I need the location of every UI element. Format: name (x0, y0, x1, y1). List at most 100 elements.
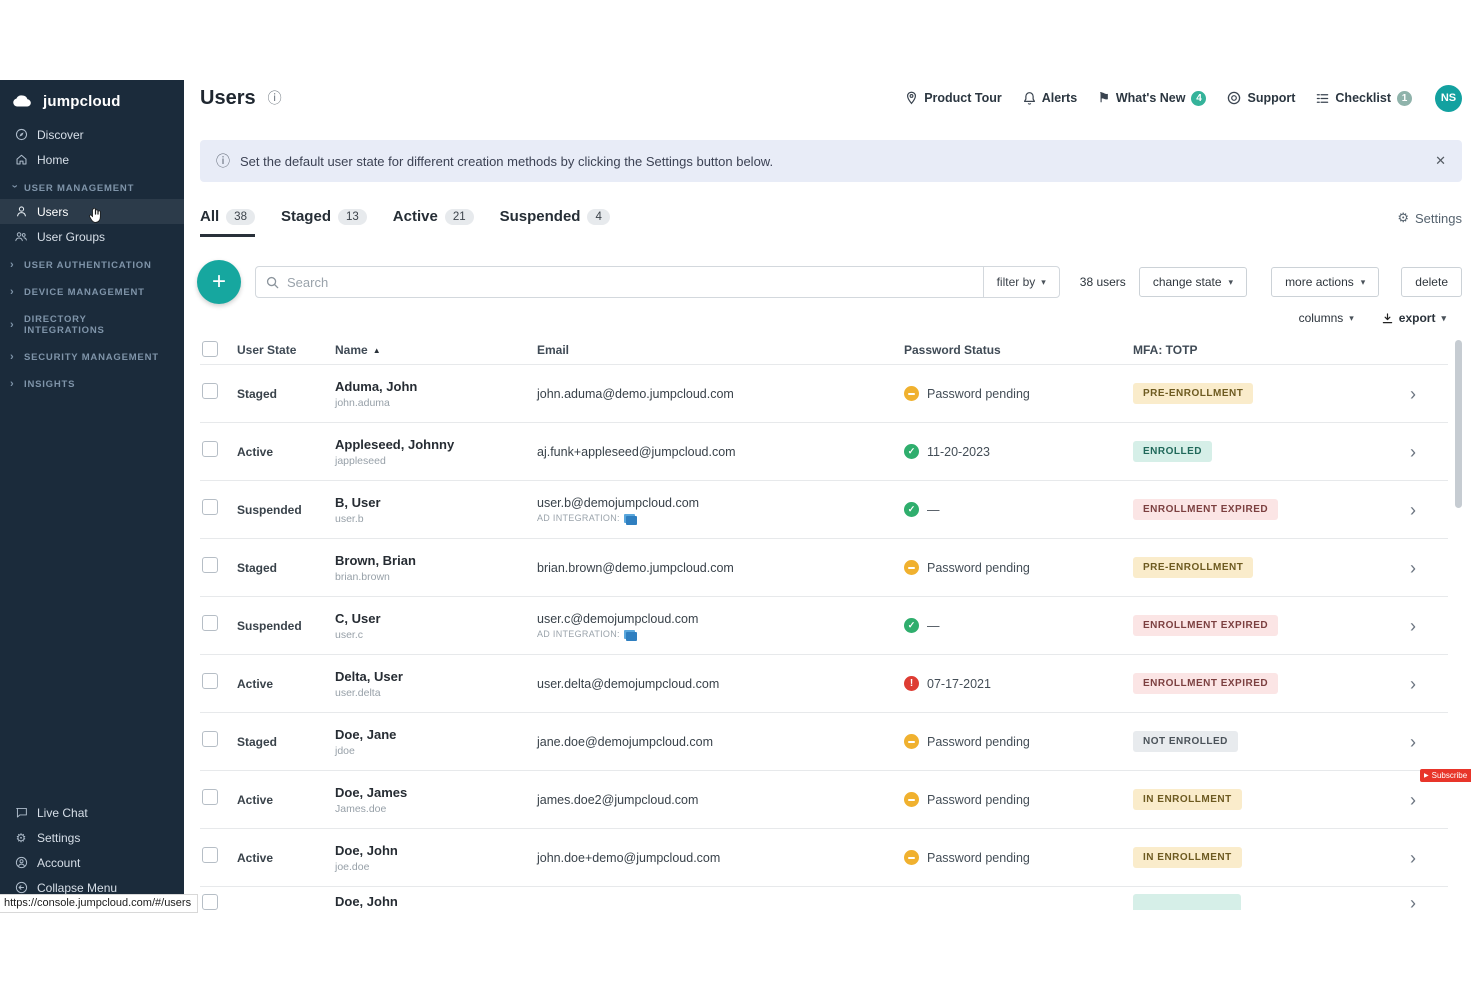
sidebar-section-directory-integrations[interactable]: › DIRECTORY INTEGRATIONS (0, 303, 184, 341)
whats-new-button[interactable]: ⚑ What's New 4 (1098, 90, 1207, 106)
avatar[interactable]: NS (1435, 84, 1462, 112)
password-status-text: — (927, 502, 940, 517)
tab-suspended[interactable]: Suspended 4 (500, 208, 610, 234)
row-checkbox[interactable] (202, 731, 218, 747)
sidebar-item-account[interactable]: Account (0, 850, 184, 875)
user-name: Delta, User (335, 668, 403, 684)
tab-staged[interactable]: Staged 13 (281, 208, 367, 234)
more-actions-button[interactable]: more actions ▾ (1271, 267, 1380, 297)
row-checkbox[interactable] (202, 383, 218, 399)
col-name-label: Name (335, 343, 368, 357)
settings-link[interactable]: ⚙ Settings (1397, 208, 1462, 226)
scrollbar-thumb[interactable] (1455, 340, 1462, 508)
row-checkbox[interactable] (202, 789, 218, 805)
table-row[interactable]: Doe, John AD Integration: › (200, 887, 1448, 910)
row-checkbox[interactable] (202, 894, 218, 910)
search-icon (266, 276, 279, 289)
tab-active[interactable]: Active 21 (393, 208, 474, 234)
chevron-right-icon[interactable]: › (1410, 501, 1416, 519)
sidebar-item-discover[interactable]: Discover (0, 122, 184, 147)
sidebar-item-user-groups[interactable]: User Groups (0, 224, 184, 249)
info-icon: ⓘ (216, 153, 230, 169)
row-checkbox[interactable] (202, 499, 218, 515)
sidebar-section-user-authentication[interactable]: › USER AUTHENTICATION (0, 249, 184, 276)
mfa-badge (1133, 894, 1241, 910)
export-dropdown[interactable]: export ▾ (1382, 311, 1446, 325)
checklist-button[interactable]: Checklist 1 (1316, 90, 1412, 106)
jumpcloud-cloud-icon (12, 94, 36, 110)
row-checkbox[interactable] (202, 615, 218, 631)
sidebar-section-user-management[interactable]: › USER MANAGEMENT (0, 172, 184, 199)
user-name: C, User (335, 610, 381, 626)
user-username: user.delta (335, 686, 381, 699)
mfa-badge: ENROLLMENT EXPIRED (1133, 499, 1279, 520)
close-icon[interactable]: ✕ (1435, 153, 1446, 169)
tab-all[interactable]: All 38 (200, 208, 255, 237)
table-row[interactable]: Suspended C, User user.c user.c@demojump… (200, 597, 1448, 655)
section-label: USER AUTHENTICATION (24, 260, 152, 271)
password-status-icon (904, 386, 919, 401)
col-mfa-totp[interactable]: MFA: TOTP (1133, 343, 1378, 357)
search-input[interactable] (287, 274, 983, 290)
table-row[interactable]: Active Delta, User user.delta user.delta… (200, 655, 1448, 713)
add-user-button[interactable]: + (197, 260, 241, 304)
table-row[interactable]: Active Appleseed, Johnny jappleseed aj.f… (200, 423, 1448, 481)
chevron-right-icon[interactable]: › (1410, 791, 1416, 809)
table-row[interactable]: Staged Aduma, John john.aduma john.aduma… (200, 365, 1448, 423)
jumpcloud-logo[interactable]: jumpcloud (0, 80, 184, 122)
table-row[interactable]: Active Doe, James James.doe james.doe2@j… (200, 771, 1448, 829)
mfa-badge: ENROLLMENT EXPIRED (1133, 615, 1279, 636)
table-scrollbar[interactable] (1455, 340, 1462, 906)
chevron-right-icon: › (10, 286, 15, 298)
table-row[interactable]: Suspended B, User user.b user.b@demojump… (200, 481, 1448, 539)
user-state: Active (237, 444, 274, 459)
col-user-state[interactable]: User State (233, 343, 335, 357)
info-icon[interactable]: ⓘ (268, 88, 282, 108)
page-title: Users (200, 86, 256, 109)
chevron-right-icon[interactable]: › (1410, 443, 1416, 461)
chat-icon (14, 806, 28, 819)
select-all-checkbox[interactable] (202, 340, 218, 357)
sidebar-section-insights[interactable]: › INSIGHTS (0, 368, 184, 395)
chevron-right-icon[interactable]: › (1410, 385, 1416, 403)
product-tour-button[interactable]: Product Tour (905, 91, 1002, 105)
support-button[interactable]: Support (1227, 91, 1295, 105)
checklist-badge: 1 (1397, 90, 1412, 106)
subscribe-overlay[interactable]: ▶ Subscribe (1420, 769, 1472, 782)
row-checkbox[interactable] (202, 673, 218, 689)
chevron-right-icon[interactable]: › (1410, 675, 1416, 693)
row-checkbox[interactable] (202, 441, 218, 457)
table-row[interactable]: Staged Brown, Brian brian.brown brian.br… (200, 539, 1448, 597)
row-checkbox[interactable] (202, 557, 218, 573)
sidebar-item-users[interactable]: Users (0, 199, 184, 224)
col-email[interactable]: Email (537, 343, 904, 357)
table-options-bar: columns ▾ export ▾ (1299, 311, 1446, 325)
password-status-icon (904, 792, 919, 807)
sidebar-item-settings[interactable]: ⚙ Settings (0, 825, 184, 850)
alerts-button[interactable]: Alerts (1023, 91, 1077, 105)
chevron-right-icon[interactable]: › (1410, 849, 1416, 867)
sidebar-section-device-management[interactable]: › DEVICE MANAGEMENT (0, 276, 184, 303)
change-state-button[interactable]: change state ▾ (1138, 267, 1248, 297)
sidebar-item-home[interactable]: Home (0, 147, 184, 172)
mfa-badge: IN ENROLLMENT (1133, 789, 1242, 810)
table-row[interactable]: Active Doe, John joe.doe john.doe+demo@j… (200, 829, 1448, 887)
delete-button[interactable]: delete (1401, 267, 1462, 297)
chevron-right-icon[interactable]: › (1410, 559, 1416, 577)
columns-dropdown[interactable]: columns ▾ (1299, 311, 1354, 325)
password-status-icon (904, 444, 919, 459)
play-icon: ▶ (1424, 773, 1429, 779)
collapse-menu-icon (14, 881, 28, 894)
chevron-right-icon[interactable]: › (1410, 894, 1416, 910)
password-status-icon (904, 676, 919, 691)
col-password-status[interactable]: Password Status (904, 343, 1133, 357)
sidebar-item-live-chat[interactable]: Live Chat (0, 800, 184, 825)
filter-by-dropdown[interactable]: filter by ▾ (982, 267, 1059, 297)
table-row[interactable]: Staged Doe, Jane jdoe jane.doe@demojumpc… (200, 713, 1448, 771)
chevron-right-icon[interactable]: › (1410, 733, 1416, 751)
sidebar-item-label: Home (37, 152, 70, 167)
sidebar-section-security-management[interactable]: › SECURITY MANAGEMENT (0, 341, 184, 368)
col-name[interactable]: Name ▲ (335, 343, 537, 357)
chevron-right-icon[interactable]: › (1410, 617, 1416, 635)
row-checkbox[interactable] (202, 847, 218, 863)
